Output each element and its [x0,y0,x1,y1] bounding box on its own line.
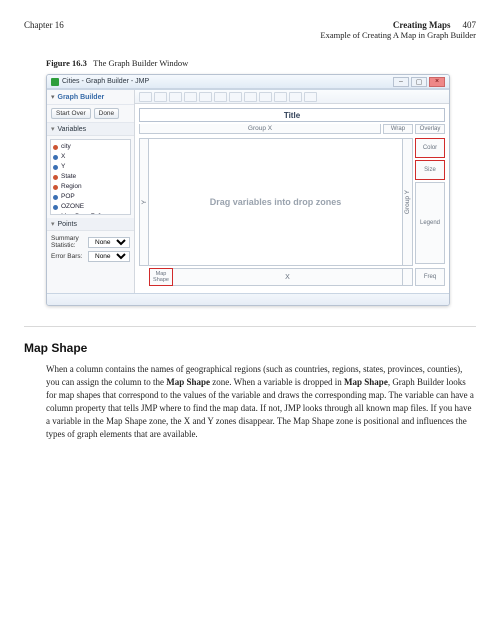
tool-line-icon[interactable] [184,92,197,102]
points-label: Points [58,221,77,228]
list-item: OZONE [53,202,128,212]
tool-hist-icon[interactable] [199,92,212,102]
map-shape-zone[interactable]: Map Shape [149,268,173,286]
minimize-icon[interactable]: – [393,77,409,87]
tool-heat-icon[interactable] [289,92,302,102]
tool-map-icon[interactable] [259,92,272,102]
window-title: Cities - Graph Builder - JMP [62,78,393,85]
header-title: Creating Maps [393,20,451,30]
app-icon [51,78,59,86]
wrap-zone[interactable]: Wrap [383,124,413,134]
list-item: city [53,142,128,152]
figure-caption: Figure 16.3 The Graph Builder Window [46,58,476,68]
overlay-zone[interactable]: Overlay [415,124,445,134]
color-zone[interactable]: Color [415,138,445,158]
section-heading: Map Shape [24,341,476,355]
graph-builder-heading[interactable]: ▾ Graph Builder [47,90,134,105]
points-section-head[interactable]: ▾ Points [47,218,134,231]
list-item: POP [53,192,128,202]
summary-statistic-label: Summary Statistic: [51,235,88,249]
tool-points-icon[interactable] [139,92,152,102]
error-bars-label: Error Bars: [51,253,82,260]
chapter-label: Chapter 16 [24,20,64,30]
tool-area-icon[interactable] [229,92,242,102]
sidebar: ▾ Graph Builder Start Over Done ▾ Variab… [47,90,135,293]
y-zone[interactable]: Y [139,138,149,266]
figure-number: Figure 16.3 [46,58,87,68]
start-over-button[interactable]: Start Over [51,108,91,119]
variables-section-head[interactable]: ▾ Variables [47,123,134,136]
tool-smoother-icon[interactable] [154,92,167,102]
tool-bar-icon[interactable] [169,92,182,102]
size-zone[interactable]: Size [415,160,445,180]
window-titlebar[interactable]: Cities - Graph Builder - JMP – ▢ × [47,75,449,89]
maximize-icon[interactable]: ▢ [411,77,427,87]
drop-zone[interactable]: Drag variables into drop zones [149,138,403,266]
disclosure-icon[interactable]: ▾ [51,93,55,101]
page-header: Chapter 16 Creating Maps 407 Example of … [24,20,476,40]
disclosure-icon[interactable]: ▾ [51,125,55,133]
tool-pie-icon[interactable] [244,92,257,102]
x-zone[interactable]: X [173,268,403,286]
tool-contour-icon[interactable] [274,92,287,102]
list-item: Region [53,182,128,192]
tool-treemap-icon[interactable] [304,92,317,102]
divider [24,326,476,327]
freq-zone[interactable]: Freq [415,268,445,286]
summary-statistic-select[interactable]: None [88,237,130,248]
graph-builder-window: Cities - Graph Builder - JMP – ▢ × ▾ Gra… [46,74,450,306]
group-x-zone[interactable]: Group X [139,124,381,134]
plot-title-zone[interactable]: Title [139,108,445,122]
status-bar [47,293,449,305]
list-item: Y [53,162,128,172]
disclosure-icon[interactable]: ▾ [51,220,55,228]
variables-list[interactable]: city X Y State Region POP OZONE Max Deg.… [50,139,131,215]
legend-zone[interactable]: Legend [415,182,445,264]
graph-builder-label: Graph Builder [58,94,105,101]
tool-box-icon[interactable] [214,92,227,102]
header-subtitle: Example of Creating A Map in Graph Build… [320,30,476,40]
plot-area: Title Group X Wrap Overlay Y Drag variab… [135,90,449,293]
error-bars-select[interactable]: None [88,251,130,262]
variables-label: Variables [58,126,87,133]
page-number: 407 [463,20,477,30]
body-paragraph: When a column contains the names of geog… [46,363,474,441]
list-item: State [53,172,128,182]
element-toolbar[interactable] [135,90,449,104]
list-item: X [53,152,128,162]
group-y-zone[interactable]: Group Y [403,138,413,266]
close-icon[interactable]: × [429,77,445,87]
figure-title: The Graph Builder Window [93,58,188,68]
done-button[interactable]: Done [94,108,120,119]
drop-zone-hint: Drag variables into drop zones [210,197,342,207]
list-item: Max Deg. F. Jan [53,212,128,215]
